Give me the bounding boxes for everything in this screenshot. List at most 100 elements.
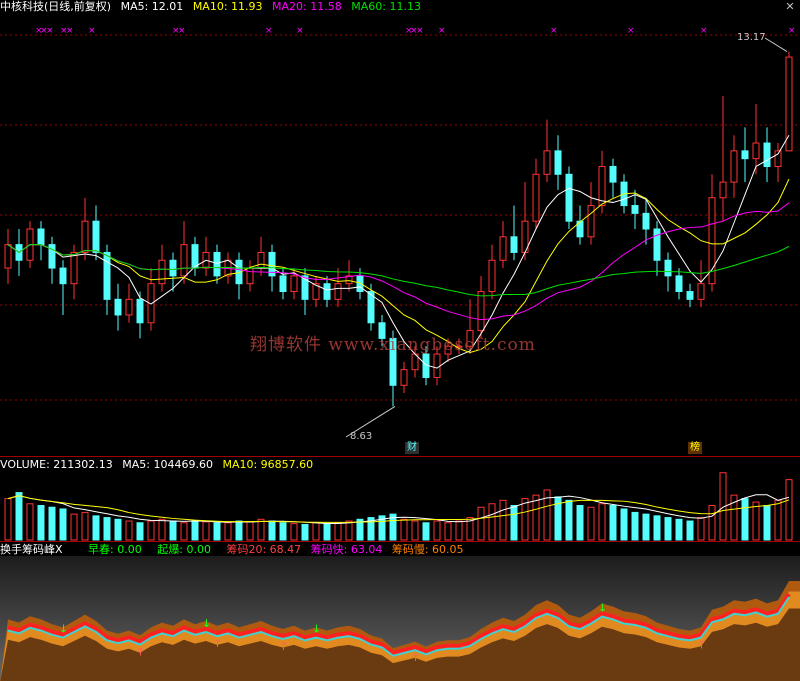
volume-bar: [4, 498, 12, 541]
volume-bar: [598, 503, 606, 541]
volume-bar: [268, 520, 276, 541]
volume-bar: [477, 506, 485, 541]
signal-mark: ×: [88, 26, 96, 36]
volume-pane[interactable]: VOLUME: 211302.13 MA5: 104469.60 MA10: 9…: [0, 456, 800, 541]
volume-bar: [763, 505, 771, 541]
finance-badge[interactable]: 财: [405, 442, 419, 454]
candle-body: [763, 142, 771, 167]
close-icon[interactable]: ✕: [784, 1, 796, 13]
ma5-label: MA5: 12.01: [120, 0, 184, 13]
choumaman-label: 筹码慢: 60.05: [391, 543, 464, 556]
volume-bar: [180, 522, 188, 541]
volume-bar: [433, 520, 441, 541]
signal-mark: ×: [296, 26, 304, 36]
volume-bar: [125, 520, 133, 541]
volume-ma10-line: [7, 495, 790, 523]
sell-arrow-icon: ↓: [598, 602, 607, 615]
signal-mark: ×: [178, 26, 186, 36]
signal-mark: ×: [438, 26, 446, 36]
volume-bar: [565, 499, 573, 541]
qibao-label: 起爆: 0.00: [157, 543, 211, 556]
signal-mark: ×: [700, 26, 708, 36]
signal-mark: ×: [265, 26, 273, 36]
low-price-label: 8.63: [350, 431, 373, 442]
volume-bar: [631, 511, 639, 541]
sell-arrow-icon: ↓: [312, 623, 321, 636]
kline-chart[interactable]: ××× ×× × ×× × × ××× × × × × ×: [0, 0, 800, 455]
volume-bar: [323, 523, 331, 541]
signal-mark: ×: [46, 26, 54, 36]
volume-bar: [70, 513, 78, 541]
candle-body: [114, 298, 122, 316]
volume-bar: [59, 508, 67, 541]
volume-bar: [411, 520, 419, 541]
candle-body: [191, 244, 199, 269]
candle-body: [290, 275, 298, 293]
buy-arrow-icon: ↑: [213, 637, 222, 650]
volume-ma5: MA5: 104469.60: [122, 458, 213, 471]
volume-bar: [301, 523, 309, 541]
high-price-label: 13.17: [737, 32, 766, 43]
candle-body: [653, 228, 661, 261]
volume-bar: [510, 505, 518, 541]
candle-body: [730, 150, 738, 183]
volume-bar: [752, 501, 760, 541]
volume-bar: [708, 505, 716, 541]
stock-title: 中核科技(日线,前复权): [0, 0, 112, 13]
volume-bar: [532, 494, 540, 541]
indicator-title: 换手筹码峰X: [0, 543, 63, 556]
candle-body: [664, 259, 672, 277]
volume-bar: [48, 506, 56, 541]
candle-body: [246, 267, 254, 285]
volume-bar: [576, 505, 584, 541]
candle-body: [532, 173, 540, 222]
candle-body: [213, 251, 221, 277]
volume-bar: [741, 498, 749, 541]
volume-bar: [246, 521, 254, 541]
indicator-pane[interactable]: ↓ ↑ ↓ ↑ ↑ ↓ ↑ ↓ ↑ 换手筹码峰X 早春: 0.00 起爆: 0.00 筹码20:…: [0, 541, 800, 681]
candle-body: [686, 291, 694, 300]
candle-body: [752, 142, 760, 160]
volume-bar: [455, 520, 463, 541]
candle-body: [510, 236, 518, 253]
candle-body: [400, 369, 408, 386]
buy-arrow-icon: ↑: [697, 639, 706, 652]
volume-bar: [26, 503, 34, 541]
candle-body: [719, 181, 727, 199]
volume-bar: [81, 511, 89, 541]
volume-bar: [290, 523, 298, 541]
ma20-line: [7, 202, 790, 321]
kline-pane[interactable]: × × × × × × × × × × × × × × × × × × 中核科技(日线,前复权) MA5: 12.…: [0, 0, 800, 455]
volume-value: VOLUME: 211302.13: [0, 458, 113, 471]
volume-bar: [345, 520, 353, 541]
volume-bar: [213, 522, 221, 541]
ma60-line: [7, 244, 790, 297]
volume-bar: [620, 508, 628, 541]
signal-mark: ×: [416, 26, 424, 36]
candle-body: [180, 244, 188, 277]
volume-bar: [653, 515, 661, 541]
sell-arrow-icon: ↓: [59, 623, 68, 636]
candle-body: [543, 150, 551, 175]
candle-body: [741, 150, 749, 160]
candle-body: [488, 259, 496, 293]
volume-bar: [169, 520, 177, 541]
candle-body: [59, 267, 67, 285]
main-legend: 中核科技(日线,前复权) MA5: 12.01 MA10: 11.93 MA20…: [0, 1, 427, 13]
candle-body: [697, 283, 705, 300]
volume-bar: [37, 505, 45, 541]
chouma20-label: 筹码20: 68.47: [226, 543, 302, 556]
volume-bar: [15, 492, 23, 541]
candle-body: [103, 251, 111, 300]
volume-ma10: MA10: 96857.60: [222, 458, 314, 471]
volume-bar: [499, 499, 507, 541]
candle-body: [598, 165, 606, 207]
indicator-chart[interactable]: ↓↑↓↑ ↑↓↑↓↑: [0, 542, 800, 681]
volume-bar: [202, 521, 210, 541]
candle-body: [554, 150, 562, 175]
high-pointer: [764, 37, 788, 53]
volume-bar: [257, 518, 265, 541]
volume-bar: [521, 498, 529, 541]
volume-bar: [114, 518, 122, 541]
ranking-badge[interactable]: 榜: [688, 442, 702, 454]
